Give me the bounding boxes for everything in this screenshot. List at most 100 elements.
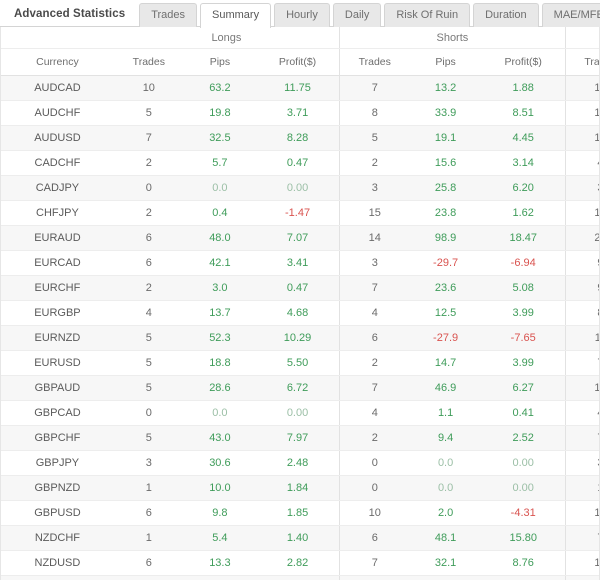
table-row[interactable]: CHFJPY20.4-1.471523.81.621724.20.15 [1,200,599,226]
cell-long-trades: 2 [113,200,184,226]
table-row[interactable]: GBPJPY330.62.4800.00.00330.62.48 [1,450,599,476]
cell-short-trades: 6 [339,325,410,351]
cell-long-profit: 3.71 [256,100,340,126]
cell-short-profit: 2.52 [481,425,566,451]
cell-short-profit: 6.20 [481,175,566,201]
table-row[interactable]: EURUSD518.85.50214.73.99733.59.49 [1,350,599,376]
cell-short-pips: 46.9 [409,375,482,401]
cell-short-profit: 6.27 [481,375,566,401]
cell-long-pips: 9.8 [183,500,257,526]
cell-currency: GBPAUD [1,375,114,401]
cell-short-trades: 10 [339,500,410,526]
cell-currency: AUDCAD [1,75,114,101]
tab-hourly[interactable]: Hourly [274,3,330,27]
cell-long-pips: 0.0 [183,175,257,201]
cell-long-profit: 0.47 [256,150,340,176]
cell-long-profit: 5.50 [256,350,340,376]
cell-short-profit: 1.26 [481,575,566,580]
cell-total-trades: 11 [564,325,599,351]
table-row[interactable]: USDCAD540.97.0931.61.26842.58.35 [1,575,599,580]
cell-currency: GBPUSD [1,500,114,526]
tab-summary[interactable]: Summary [200,3,272,28]
table-row[interactable]: CADJPY00.00.00325.86.20325.86.20 [1,175,599,201]
cell-long-pips: 0.0 [183,400,257,426]
table-row[interactable]: AUDCAD1063.211.75713.21.881776.413.63 [1,75,599,101]
cell-short-trades: 7 [339,275,410,301]
table-row[interactable]: GBPUSD69.81.85102.0-4.311611.8-2.46 [1,500,599,526]
table-row[interactable]: GBPCHF543.07.9729.42.52752.410.49 [1,425,599,451]
column-header-total-trades[interactable]: Trades [564,48,599,76]
cell-long-pips: 32.5 [183,125,257,151]
cell-long-profit: 6.72 [256,375,340,401]
cell-long-profit: 8.28 [256,125,340,151]
column-header-currency[interactable]: Currency [1,48,114,76]
cell-long-trades: 5 [113,575,184,580]
tab-mae-mfe[interactable]: MAE/MFE [541,3,600,27]
group-header-blank [1,27,114,49]
cell-currency: GBPJPY [1,450,114,476]
cell-long-pips: 5.7 [183,150,257,176]
cell-long-profit: 2.82 [256,550,340,576]
table-row[interactable]: GBPCAD00.00.0041.10.4141.10.41 [1,400,599,426]
column-header-long-pips[interactable]: Pips [183,48,257,76]
tab-daily[interactable]: Daily [332,3,382,27]
table-row[interactable]: AUDCHF519.83.71833.98.511353.712.22 [1,100,599,126]
table-row[interactable]: GBPAUD528.66.72746.96.271275.512.99 [1,375,599,401]
cell-long-pips: 30.6 [183,450,257,476]
cell-total-trades: 16 [564,500,599,526]
cell-long-pips: 28.6 [183,375,257,401]
table-row[interactable]: CADCHF25.70.47215.63.14421.33.61 [1,150,599,176]
tab-trades[interactable]: Trades [139,3,198,27]
cell-total-trades: 8 [564,300,599,326]
column-header-short-pips[interactable]: Pips [409,48,482,76]
cell-currency: EURCAD [1,250,114,276]
table-row[interactable]: NZDUSD613.32.82732.18.761345.411.58 [1,550,599,576]
cell-long-trades: 1 [113,525,184,551]
summary-table-scroll-container[interactable]: Longs Shorts To Currency Trades Pips Pro… [0,27,600,580]
table-row[interactable]: NZDCHF15.41.40648.115.80753.517.20 [1,525,599,551]
table-row[interactable]: EURCAD642.13.413-29.7-6.94912.4-3.53 [1,250,599,276]
table-body: AUDCAD1063.211.75713.21.881776.413.63AUD… [1,75,599,580]
cell-total-trades: 12 [564,375,599,401]
table-row[interactable]: AUDUSD732.58.28519.14.451251.612.73 [1,125,599,151]
tab-risk-of-ruin[interactable]: Risk Of Ruin [384,3,471,27]
cell-short-pips: 1.1 [409,400,482,426]
cell-short-trades: 0 [339,450,410,476]
cell-currency: USDCAD [1,575,114,580]
cell-short-profit: 0.41 [481,400,566,426]
cell-total-trades: 9 [564,275,599,301]
table-row[interactable]: EURGBP413.74.68412.53.99826.28.67 [1,300,599,326]
group-header-row: Longs Shorts To [1,27,599,49]
cell-long-profit: 0.47 [256,275,340,301]
cell-long-trades: 10 [113,75,184,101]
cell-currency: GBPNZD [1,475,114,501]
tab-duration[interactable]: Duration [473,3,539,27]
cell-long-trades: 6 [113,550,184,576]
column-header-short-trades[interactable]: Trades [339,48,410,76]
table-row[interactable]: EURCHF23.00.47723.65.08926.65.55 [1,275,599,301]
table-row[interactable]: EURAUD648.07.071498.918.4720146.925.54 [1,225,599,251]
cell-short-trades: 2 [339,425,410,451]
cell-long-profit: 2.48 [256,450,340,476]
cell-currency: EURCHF [1,275,114,301]
cell-short-trades: 4 [339,400,410,426]
table-row[interactable]: EURNZD552.310.296-27.9-7.651124.42.64 [1,325,599,351]
column-header-long-profit[interactable]: Profit($) [256,48,340,76]
cell-short-profit: 8.76 [481,550,566,576]
cell-short-pips: 32.1 [409,550,482,576]
cell-short-pips: 23.8 [409,200,482,226]
cell-long-pips: 19.8 [183,100,257,126]
cell-short-pips: 9.4 [409,425,482,451]
cell-currency: GBPCHF [1,425,114,451]
table-head: Longs Shorts To Currency Trades Pips Pro… [1,27,599,76]
cell-long-profit: 10.29 [256,325,340,351]
cell-short-pips: 0.0 [409,475,482,501]
column-header-long-trades[interactable]: Trades [113,48,184,76]
cell-short-profit: -7.65 [481,325,566,351]
table-row[interactable]: GBPNZD110.01.8400.00.00110.01.84 [1,475,599,501]
cell-long-profit: 0.00 [256,175,340,201]
page-title: Advanced Statistics [14,8,126,20]
column-header-short-profit[interactable]: Profit($) [481,48,566,76]
cell-currency: NZDUSD [1,550,114,576]
cell-short-profit: 18.47 [481,225,566,251]
